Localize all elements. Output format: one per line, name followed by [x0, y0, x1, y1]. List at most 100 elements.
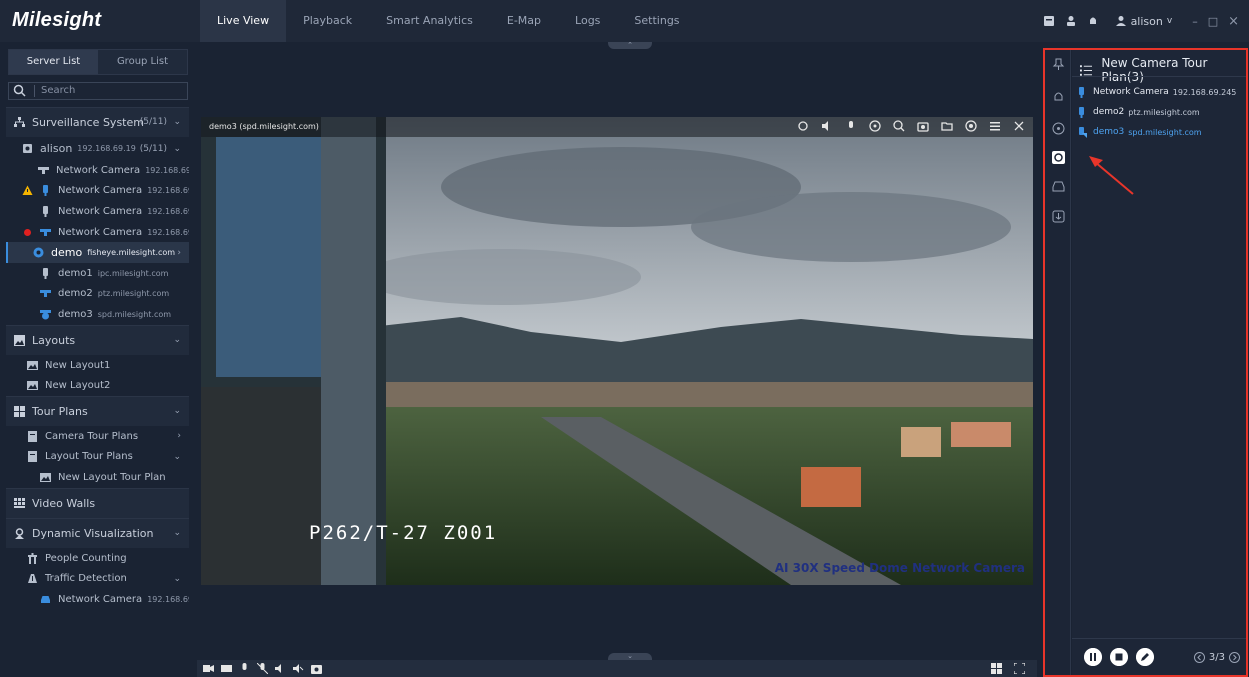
device-name: Network Camera: [56, 164, 141, 176]
traffic-camera-row[interactable]: Network Camera 192.168.69...: [6, 589, 189, 610]
section-label: Surveillance System: [32, 116, 144, 129]
section-layouts[interactable]: Layouts ⌄: [6, 324, 189, 355]
traffic-detection-icon: [28, 574, 37, 584]
section-tour-plans[interactable]: Tour Plans ⌄: [6, 395, 189, 426]
device-row[interactable]: demo3 spd.milesight.com: [6, 304, 189, 325]
nav-live-view[interactable]: Live View: [200, 0, 287, 42]
device-row[interactable]: Network Camera 192.168.69...: [6, 201, 189, 222]
device-row[interactable]: demo2 ptz.milesight.com: [6, 284, 189, 305]
close-button[interactable]: ×: [1228, 14, 1239, 29]
minimize-button[interactable]: –: [1192, 15, 1198, 28]
nav-settings[interactable]: Settings: [617, 0, 696, 42]
tab-group-list[interactable]: Group List: [98, 50, 187, 74]
row-label: Camera Tour Plans: [45, 430, 139, 442]
section-surveillance-system[interactable]: Surveillance System (5/11) ⌄: [6, 107, 189, 137]
device-row[interactable]: Network Camera 192.168.69...: [6, 181, 189, 202]
device-ip: fisheye.milesight.com: [87, 248, 176, 258]
layout-icon: [27, 381, 38, 391]
zoom-in-icon[interactable]: [893, 120, 905, 132]
layout-tour-item[interactable]: New Layout Tour Plan: [6, 467, 189, 488]
chevron-down-icon[interactable]: ⌄: [173, 335, 181, 345]
top-collapse-handle[interactable]: ⌃: [608, 42, 652, 49]
refresh-icon[interactable]: [797, 120, 809, 132]
people-counting-icon: [28, 552, 37, 564]
device-row[interactable]: demo1 ipc.milesight.com: [6, 263, 189, 284]
people-counting-row[interactable]: People Counting: [6, 548, 189, 569]
search-input[interactable]: Search: [8, 82, 188, 100]
bottom-toolbar: [197, 660, 1037, 677]
section-video-walls[interactable]: Video Walls: [6, 487, 189, 518]
chevron-down-icon[interactable]: ⌄: [173, 574, 181, 584]
alarm-dot-icon: [24, 228, 31, 236]
layout-grid-icon[interactable]: [991, 663, 1002, 674]
mic-mute-icon[interactable]: [257, 663, 268, 674]
device-row[interactable]: Network Camera 192.168.69...: [6, 160, 189, 181]
layout-tour-icon: [28, 451, 37, 463]
fisheye-camera-icon: [33, 247, 44, 258]
bottom-collapse-handle[interactable]: ⌄: [608, 653, 652, 660]
tab-server-list[interactable]: Server List: [9, 50, 98, 74]
folder-icon[interactable]: [941, 120, 953, 132]
camera-tour-plans-row[interactable]: Camera Tour Plans ›: [6, 426, 189, 447]
nav-smart-analytics[interactable]: Smart Analytics: [369, 0, 490, 42]
close-icon[interactable]: [1013, 120, 1025, 132]
ptz-control-icon[interactable]: [869, 120, 881, 132]
chevron-down-icon[interactable]: ⌄: [173, 528, 181, 538]
layout-row[interactable]: New Layout1: [6, 355, 189, 376]
device-ip: ptz.milesight.com: [97, 289, 170, 299]
alarm-bell-icon[interactable]: [1087, 15, 1099, 27]
user-icon: [1115, 16, 1126, 26]
nav-e-map[interactable]: E-Map: [490, 0, 558, 42]
nav-playback[interactable]: Playback: [286, 0, 369, 42]
chevron-right-icon[interactable]: ›: [177, 431, 181, 441]
menu-icon[interactable]: [989, 120, 1001, 132]
video-record-icon[interactable]: [203, 663, 214, 674]
row-label: People Counting: [45, 552, 127, 564]
chevron-right-icon[interactable]: ›: [177, 248, 181, 258]
chevron-down-icon[interactable]: ⌄: [173, 144, 181, 154]
bottom-tools-right: [991, 663, 1025, 674]
server-row[interactable]: alison 192.168.69.19 (5/11) ⌄: [6, 137, 189, 160]
layout-icon: [14, 334, 25, 346]
annotation-arrow: [1089, 156, 1134, 195]
section-dynamic-visualization[interactable]: Dynamic Visualization ⌄: [6, 517, 189, 548]
camera-tour-icon: [28, 430, 37, 442]
section-label: Video Walls: [32, 496, 96, 510]
app-logo: Milesight: [12, 9, 102, 31]
left-tabs: Server List Group List: [8, 49, 188, 75]
device-name: Network Camera: [58, 185, 143, 197]
restore-button[interactable]: □: [1208, 15, 1218, 28]
chevron-down-icon[interactable]: ⌄: [173, 406, 181, 416]
mic-icon[interactable]: [239, 663, 250, 674]
row-label: Traffic Detection: [45, 573, 127, 585]
fullscreen-icon[interactable]: [1014, 663, 1025, 674]
traffic-detection-row[interactable]: Traffic Detection ⌄: [6, 568, 189, 589]
message-icon[interactable]: [1043, 15, 1055, 27]
snapshot-icon[interactable]: [311, 663, 322, 674]
volume-mute-icon[interactable]: [293, 663, 304, 674]
mic-icon[interactable]: [845, 120, 857, 132]
layout-row[interactable]: New Layout2: [6, 375, 189, 396]
record-icon[interactable]: [965, 120, 977, 132]
section-label: Layouts: [32, 333, 76, 347]
device-ip: spd.milesight.com: [97, 309, 172, 319]
snapshot-icon[interactable]: [917, 120, 929, 132]
nav-logs[interactable]: Logs: [558, 0, 617, 42]
user-manage-icon[interactable]: [1065, 15, 1077, 27]
device-name: demo1: [58, 267, 93, 279]
device-row-selected[interactable]: demo fisheye.milesight.com ›: [6, 242, 189, 263]
volume-icon[interactable]: [275, 663, 286, 674]
warning-icon: [22, 185, 33, 196]
row-label: Layout Tour Plans: [45, 451, 133, 463]
server-count-text: (5/11): [139, 143, 167, 154]
chevron-down-icon[interactable]: ⌄: [173, 117, 181, 127]
osd-camera-name: AI 30X Speed Dome Network Camera: [774, 561, 1025, 575]
user-menu[interactable]: alison v: [1115, 15, 1172, 28]
layout-tour-plans-row[interactable]: Layout Tour Plans ⌄: [6, 447, 189, 468]
device-name: Network Camera: [58, 205, 143, 217]
stream-icon[interactable]: [221, 663, 232, 674]
chevron-down-icon[interactable]: ⌄: [173, 452, 181, 462]
video-pane[interactable]: demo3 (spd.milesight.com) P262/T-27 Z001…: [201, 117, 1033, 585]
device-row[interactable]: Network Camera 192.168.69...: [6, 222, 189, 243]
audio-icon[interactable]: [821, 120, 833, 132]
